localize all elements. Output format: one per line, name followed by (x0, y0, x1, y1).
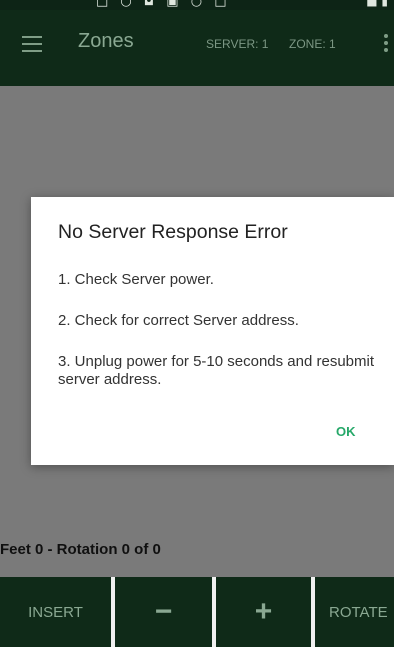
server-indicator: SERVER: 1 (206, 37, 269, 51)
minus-icon: − (154, 595, 173, 628)
insert-button-label: INSERT (28, 603, 83, 621)
dialog-step-1: 1. Check Server power. (58, 271, 214, 288)
rotate-button[interactable]: ROTATE (315, 577, 394, 647)
minus-button[interactable]: − (115, 577, 212, 647)
page-title: Zones (78, 30, 134, 52)
plus-icon: + (254, 595, 273, 628)
dialog-step-2: 2. Check for correct Server address. (58, 312, 299, 329)
app-toolbar: Zones SERVER: 1 ZONE: 1 (0, 10, 394, 86)
more-vert-icon[interactable] (384, 34, 388, 55)
rotate-button-label: ROTATE (329, 603, 388, 621)
dialog-title: No Server Response Error (58, 221, 288, 243)
ok-button[interactable]: OK (336, 424, 356, 439)
button-bar: INSERT − + ROTATE (0, 577, 394, 647)
insert-button[interactable]: INSERT (0, 577, 111, 647)
zone-indicator: ZONE: 1 (289, 37, 336, 51)
plus-button[interactable]: + (216, 577, 311, 647)
error-dialog: No Server Response Error 1. Check Server… (31, 197, 394, 465)
status-indicators: ■ ▮ (366, 0, 388, 8)
dialog-step-3: 3. Unplug power for 5-10 seconds and res… (58, 353, 375, 388)
menu-icon[interactable] (22, 36, 42, 52)
feet-rotation-status: Feet 0 - Rotation 0 of 0 (0, 541, 161, 558)
status-icons: □ ○ ◘ ▣ ○ □ (96, 0, 231, 9)
status-bar: □ ○ ◘ ▣ ○ □ ■ ▮ (0, 0, 394, 10)
